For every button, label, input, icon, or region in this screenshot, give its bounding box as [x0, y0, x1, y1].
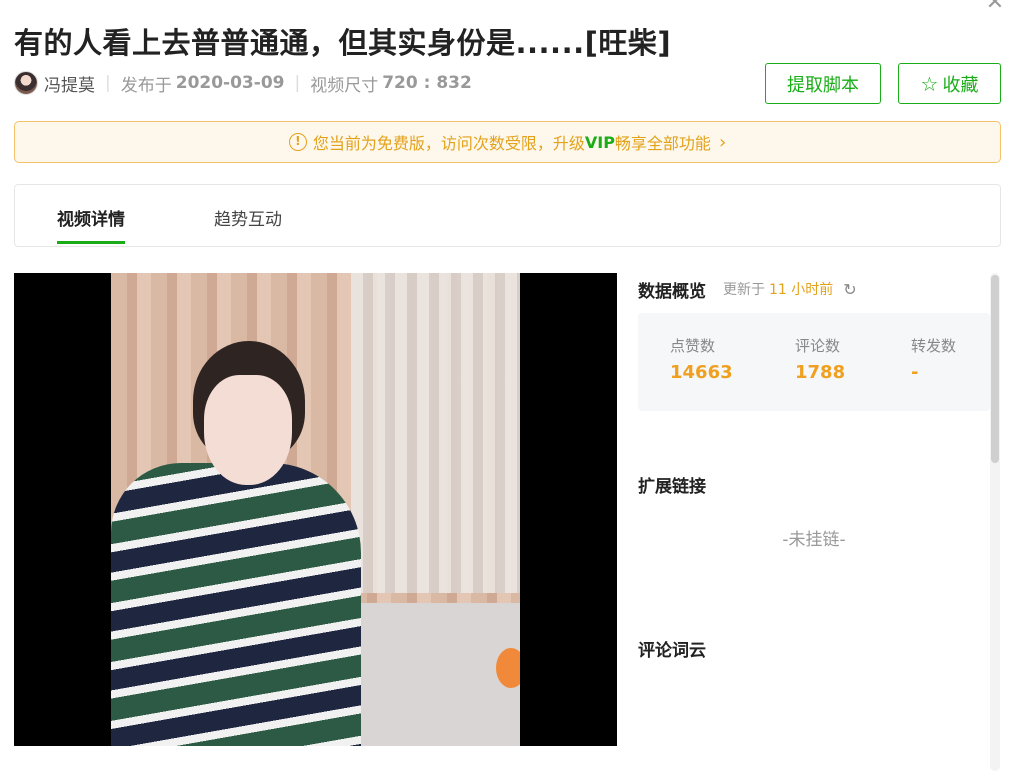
divider: |: [294, 73, 301, 93]
author-name[interactable]: 冯提莫: [44, 71, 95, 96]
stat-comments: 评论数 1788: [795, 335, 845, 383]
stat-shares: 转发数 -: [911, 335, 956, 383]
size-value: 720 : 832: [382, 73, 472, 93]
stats-card: 点赞数 14663 评论数 1788 转发数 -: [638, 313, 990, 411]
video-person-shirt: [111, 463, 361, 746]
shares-value: -: [911, 362, 919, 383]
divider: |: [105, 73, 111, 93]
video-toy: [496, 648, 520, 688]
links-heading: 扩展链接: [638, 477, 706, 497]
shares-label: 转发数: [911, 337, 957, 355]
comments-label: 评论数: [795, 337, 841, 355]
update-value: 11 小时前: [769, 282, 834, 298]
star-icon: ☆: [920, 71, 939, 96]
extract-script-label: 提取脚本: [787, 74, 859, 96]
tab-bar: 视频详情 趋势互动: [14, 184, 1001, 247]
notice-text: 您当前为免费版，访问次数受限，升级: [312, 134, 585, 153]
publish-label: 发布于: [120, 75, 172, 96]
favorite-button[interactable]: ☆ 收藏: [898, 63, 1001, 104]
tab-video-detail[interactable]: 视频详情: [57, 205, 125, 244]
panel-scrollbar[interactable]: [990, 273, 1000, 771]
wordcloud-heading: 评论词云: [638, 641, 706, 661]
page-title: 有的人看上去普普通通，但其实身份是......[旺柴]: [14, 26, 672, 60]
scrollbar-thumb[interactable]: [991, 275, 999, 463]
notice-suffix: 畅享全部功能: [614, 134, 711, 153]
size-label: 视频尺寸: [310, 75, 379, 96]
info-icon: !: [288, 133, 307, 151]
favorite-label: 收藏: [942, 74, 979, 96]
video-curtain: [351, 273, 520, 593]
stat-likes: 点赞数 14663: [670, 335, 733, 383]
likes-label: 点赞数: [670, 337, 716, 355]
extract-script-button[interactable]: 提取脚本: [765, 63, 881, 104]
tab-trend-interaction[interactable]: 趋势互动: [214, 205, 282, 230]
likes-value: 14663: [670, 362, 733, 383]
update-time: 更新于 11 小时前 ↻: [723, 279, 857, 299]
notice-vip: VIP: [584, 132, 615, 152]
avatar[interactable]: [14, 71, 38, 95]
video-player[interactable]: [14, 273, 617, 746]
data-panel: 数据概览 更新于 11 小时前 ↻ 点赞数 14663 评论数 1788 转发数…: [638, 273, 990, 771]
refresh-icon[interactable]: ↻: [843, 280, 856, 299]
update-prefix: 更新于: [723, 282, 765, 298]
video-frame: [111, 273, 520, 746]
upgrade-notice[interactable]: ! 您当前为免费版，访问次数受限，升级 VIP 畅享全部功能 ›: [14, 121, 1001, 163]
links-empty: -未挂链-: [782, 530, 846, 550]
video-meta: 冯提莫 | 发布于 2020-03-09 | 视频尺寸 720 : 832: [14, 70, 472, 96]
video-person-face: [204, 375, 292, 485]
overview-heading: 数据概览: [638, 282, 706, 302]
publish-date: 2020-03-09: [175, 73, 285, 93]
close-icon[interactable]: ✕: [984, 0, 1006, 14]
chevron-right-icon: ›: [718, 131, 727, 153]
comments-value: 1788: [795, 362, 846, 383]
